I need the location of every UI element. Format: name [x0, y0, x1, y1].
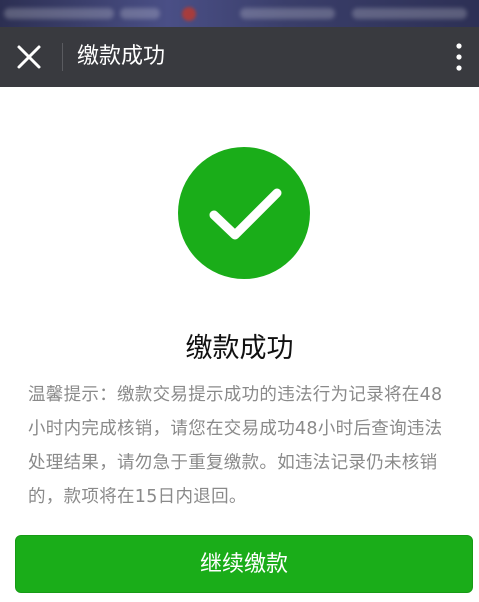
continue-payment-button[interactable]: 继续缴款	[15, 535, 473, 593]
nav-divider	[62, 43, 63, 71]
status-bar-blur	[120, 8, 160, 19]
checkmark-circle-icon	[178, 147, 310, 279]
status-bar-blur	[4, 8, 114, 19]
more-vertical-icon	[456, 43, 462, 71]
status-bar-indicator	[182, 7, 196, 21]
status-bar-blur	[240, 8, 335, 19]
status-bar-blur	[352, 8, 467, 19]
result-title: 缴款成功	[185, 333, 294, 364]
close-icon	[17, 45, 41, 69]
page-title: 缴款成功	[77, 44, 166, 69]
status-bar	[0, 0, 479, 27]
nav-bar: 缴款成功	[0, 27, 479, 87]
more-button[interactable]	[445, 39, 473, 75]
tip-text: 温馨提示：缴款交易提示成功的违法行为记录将在48小时内完成核销，请您在交易成功4…	[28, 385, 443, 507]
close-button[interactable]	[10, 38, 48, 76]
